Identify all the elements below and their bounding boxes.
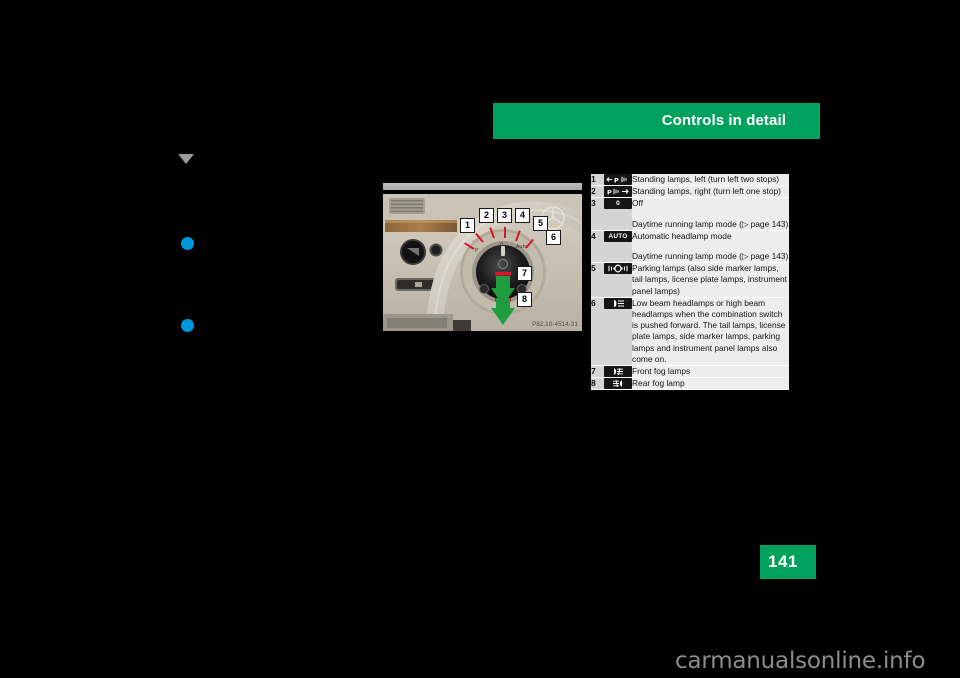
desc-paragraph: Front fog lamps [632,366,691,377]
desc-paragraph: Automatic headlamp mode [632,230,732,241]
table-row: 4 AUTO Automatic headlamp mode Daytime r… [591,230,789,263]
row-icon-cell [604,365,632,378]
row-icon-cell [604,297,632,366]
row-description: Front fog lamps [632,365,789,378]
callout-2: 2 [479,208,494,223]
table-row: 6 Low beam headlamps or high beam headla… [591,297,789,366]
row-icon-cell: AUTO [604,230,632,263]
rear-fog-lamp-icon [604,378,632,390]
site-watermark: carmanualsonline.info [675,648,926,674]
callout-3: 3 [497,208,512,223]
page-title: Controls in detail [661,112,786,129]
row-description: Parking lamps (also side marker lamps, t… [632,262,789,298]
list-bullet-icon [181,319,194,332]
table-row: 1 P Standing lamps, left (turn left two … [591,174,789,186]
callout-1: 1 [460,218,475,233]
desc-paragraph: Daytime running lamp mode (▷ page 143) [632,218,789,229]
standing-lamps-left-icon: P [604,174,632,185]
row-number: 5 [591,262,604,298]
desc-paragraph: Standing lamps, left (turn left two stop… [632,174,780,184]
parking-lamps-icon [604,263,632,275]
callout-5: 5 [533,216,548,231]
figure-light-switch: P 0 Auto 1 2 3 4 5 6 7 8 P82.10-4514-31 [383,183,582,331]
table-row: 3 0 Off Daytime running lamp mode (▷ pag… [591,197,789,231]
row-description: Automatic headlamp mode Daytime running … [632,230,789,263]
section-header-bar: Controls in detail [493,103,820,139]
standing-lamps-right-icon: P [604,186,632,198]
row-number: 4 [591,230,604,263]
desc-paragraph: Low beam headlamps or high beam headlamp… [632,297,786,364]
desc-paragraph: Parking lamps (also side marker lamps, t… [632,263,788,296]
row-icon-cell: 0 [604,197,632,231]
desc-paragraph: Off [632,198,644,209]
row-description: Low beam headlamps or high beam headlamp… [632,297,789,366]
auto-headlamp-icon: AUTO [604,230,632,242]
list-bullet-icon [181,237,194,250]
manual-page: Controls in detail P 0 Auto 1 2 3 4 5 6 … [0,0,960,678]
figure-top-rule [383,183,582,190]
row-description: Rear fog lamp [632,377,789,390]
section-marker-triangle-icon [178,154,194,164]
row-icon-cell: P [604,174,632,186]
svg-text:0: 0 [500,242,503,248]
callout-6: 6 [546,230,561,245]
callout-7: 7 [517,266,532,281]
light-switch-photo: P 0 Auto 1 2 3 4 5 6 7 8 P82.10-4514-31 [383,194,582,331]
front-fog-lamps-icon [604,366,632,378]
off-icon: 0 [604,198,632,210]
callout-4: 4 [515,208,530,223]
page-number: 141 [768,552,798,571]
table-row: 8 Rear fog lamp [591,377,789,390]
page-number-box: 141 [760,545,816,579]
row-number: 1 [591,174,604,186]
row-description: Standing lamps, left (turn left two stop… [632,174,789,186]
row-number: 8 [591,377,604,390]
svg-text:P: P [614,176,619,184]
row-icon-cell [604,262,632,298]
row-icon-cell [604,377,632,390]
desc-paragraph: Daytime running lamp mode (▷ page 143) [632,251,789,262]
row-description: Standing lamps, right (turn left one sto… [632,185,789,198]
row-number: 3 [591,197,604,231]
desc-paragraph: Standing lamps, right (turn left one sto… [632,186,781,197]
row-icon-cell: P [604,185,632,198]
svg-text:P: P [607,189,612,197]
table-row: 2 P Standing lamps, right (turn left one… [591,185,789,198]
header-shadow [501,139,828,145]
row-number: 2 [591,185,604,198]
row-description: Off Daytime running lamp mode (▷ page 14… [632,197,789,231]
table-row: 5 Parking lamps (also side marker lamps,… [591,262,789,298]
row-number: 7 [591,365,604,378]
table-row: 7 Front fog lamps [591,365,789,378]
figure-caption: P82.10-4514-31 [532,322,578,328]
svg-text:P: P [475,248,478,254]
row-number: 6 [591,297,604,366]
dial-tick-4 [504,227,506,238]
light-switch-legend-table: 1 P Standing lamps, left (turn left two … [591,174,789,391]
desc-paragraph: Rear fog lamp [632,378,685,389]
low-beam-headlamps-icon [604,297,632,309]
callout-8: 8 [517,292,532,307]
